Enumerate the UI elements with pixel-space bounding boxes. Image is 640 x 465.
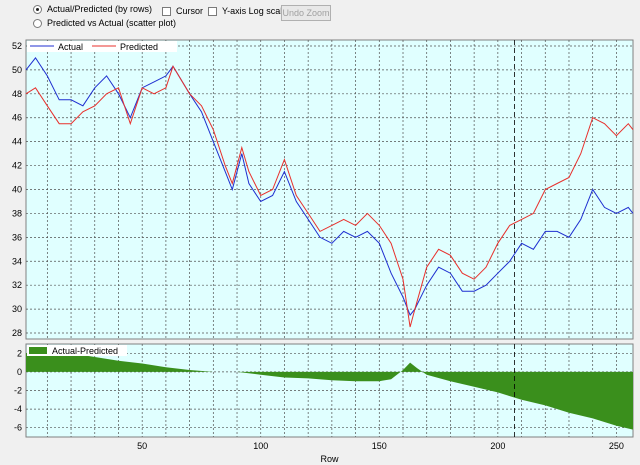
x-tick-label: 200 — [490, 441, 505, 451]
x-axis-label: Row — [320, 454, 339, 464]
y-tick-label: 46 — [12, 113, 22, 123]
toolbar: Actual/Predicted (by rows) Predicted vs … — [0, 0, 640, 37]
y-tick-label: -4 — [14, 404, 22, 414]
radio-label: Predicted vs Actual (scatter plot) — [47, 18, 177, 28]
legend: Actual Predicted — [27, 41, 177, 52]
y-tick-label: 32 — [12, 280, 22, 290]
x-tick-label: 150 — [372, 441, 387, 451]
cursor-toggle[interactable]: Cursor — [162, 6, 203, 16]
ylog-toggle[interactable]: Y-axis Log scale — [208, 6, 287, 16]
y-tick-label: -6 — [14, 423, 22, 433]
charts-area[interactable]: 28 30 32 34 36 38 40 42 44 46 48 50 52 Actual Predicte… — [0, 37, 640, 465]
undo-zoom-button[interactable]: Undo Zoom — [281, 5, 331, 21]
difference-chart: -6 -4 -2 0 2 Actual-Predicted 50 100 150 200 250 Ro… — [14, 343, 634, 464]
radio-button[interactable] — [33, 18, 42, 28]
y-tick-label: 42 — [12, 161, 22, 171]
ylog-checkbox[interactable] — [208, 6, 217, 16]
actual-predicted-chart: 28 30 32 34 36 38 40 42 44 46 48 50 52 Actual Predicte… — [12, 39, 634, 340]
y-tick-label: -2 — [14, 386, 22, 396]
y-tick-label: 50 — [12, 65, 22, 75]
x-tick-label: 50 — [137, 441, 147, 451]
legend: Actual-Predicted — [27, 345, 127, 356]
y-tick-label: 52 — [12, 41, 22, 51]
x-tick-label: 250 — [609, 441, 624, 451]
y-tick-label: 2 — [17, 348, 22, 358]
radio-label: Actual/Predicted (by rows) — [47, 4, 153, 14]
radio-button-selected[interactable] — [33, 4, 42, 14]
y-tick-label: 48 — [12, 89, 22, 99]
x-tick-label: 100 — [253, 441, 268, 451]
y-tick-label: 36 — [12, 232, 22, 242]
y-tick-label: 30 — [12, 304, 22, 314]
radio-predicted-vs-actual[interactable]: Predicted vs Actual (scatter plot) — [33, 18, 176, 28]
legend-label: Actual-Predicted — [52, 346, 118, 356]
legend-swatch — [29, 347, 47, 354]
y-tick-label: 0 — [17, 367, 22, 377]
legend-label: Predicted — [120, 42, 158, 52]
radio-actual-predicted-by-rows[interactable]: Actual/Predicted (by rows) — [33, 4, 152, 14]
plot-background — [25, 39, 634, 340]
legend-label: Actual — [58, 42, 83, 52]
cursor-label: Cursor — [176, 6, 204, 16]
cursor-checkbox[interactable] — [162, 6, 171, 16]
y-tick-label: 44 — [12, 137, 22, 147]
y-tick-label: 34 — [12, 256, 22, 266]
y-tick-label: 40 — [12, 185, 22, 195]
y-tick-label: 28 — [12, 328, 22, 338]
ylog-label: Y-axis Log scale — [222, 6, 288, 16]
y-tick-label: 38 — [12, 208, 22, 218]
